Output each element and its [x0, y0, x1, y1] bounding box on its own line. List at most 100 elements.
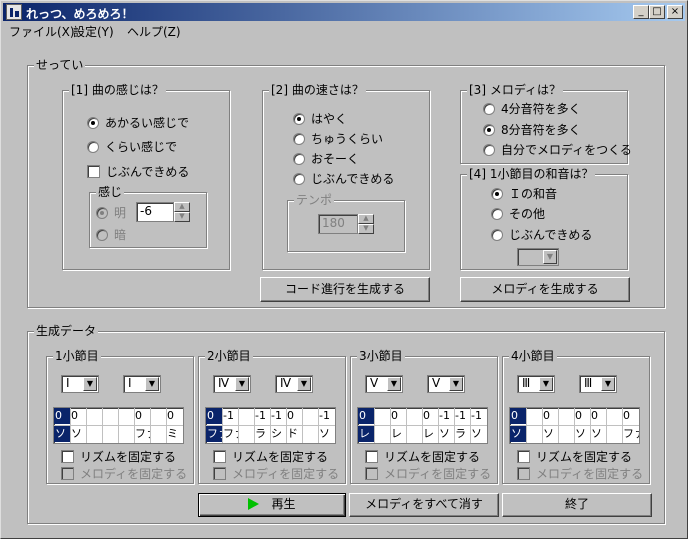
feel-sub-option-bright[interactable]: 明 — [96, 205, 126, 221]
chord-combo[interactable]: ▼ — [517, 248, 559, 266]
rhythm-cell[interactable] — [406, 408, 422, 424]
chord-option-tonic[interactable]: Ｉの和音 — [491, 186, 557, 202]
note-cell[interactable]: ソ — [318, 426, 335, 442]
measure-2-chord-1[interactable]: Ⅳ ▼ — [213, 375, 251, 393]
rhythm-cell[interactable]: 0 — [358, 408, 374, 424]
measure-3-melody-lock[interactable]: メロディを固定する — [365, 466, 491, 482]
feel-sub-option-dark[interactable]: 暗 — [96, 227, 126, 243]
rhythm-cell[interactable]: -1 — [222, 408, 238, 424]
speed-option-medium[interactable]: ちゅうくらい — [293, 131, 383, 147]
note-cell[interactable]: ミ — [166, 426, 183, 442]
measure-4-grid[interactable]: 0ソ0ソ0ソ0ソ0ファ — [509, 407, 640, 444]
rhythm-cell[interactable]: 0 — [542, 408, 558, 424]
measure-1-chord-2[interactable]: I ▼ — [123, 375, 161, 393]
chevron-down-icon[interactable]: ▼ — [145, 377, 159, 391]
speed-option-custom[interactable]: じぶんできめる — [293, 171, 394, 187]
chevron-down-icon[interactable]: ▼ — [449, 377, 463, 391]
rhythm-cell[interactable]: 0 — [206, 408, 222, 424]
feel-custom-checkbox[interactable]: じぶんできめる — [87, 164, 189, 180]
note-cell[interactable] — [238, 426, 254, 442]
chevron-down-icon[interactable]: ▼ — [539, 377, 553, 391]
melody-option-eighth[interactable]: 8分音符を多く — [483, 122, 581, 138]
rhythm-cell[interactable] — [102, 408, 118, 424]
rhythm-cell[interactable] — [150, 408, 166, 424]
measure-3-chord-1[interactable]: Ⅴ ▼ — [365, 375, 403, 393]
measure-3-chord-2[interactable]: Ⅴ ▼ — [427, 375, 465, 393]
spin-down-icon[interactable]: ▼ — [174, 212, 190, 222]
rhythm-cell[interactable]: -1 — [470, 408, 487, 424]
generate-chord-button[interactable]: コード進行を生成する — [260, 277, 430, 302]
feel-value-spinner[interactable]: ▲ ▼ — [174, 202, 190, 222]
note-cell[interactable]: ソ — [510, 426, 526, 442]
generate-melody-button[interactable]: メロディを生成する — [460, 277, 630, 302]
rhythm-cell[interactable]: 0 — [70, 408, 86, 424]
note-cell[interactable] — [302, 426, 318, 442]
chord-option-other[interactable]: その他 — [491, 206, 545, 222]
rhythm-cell[interactable] — [606, 408, 622, 424]
feel-value-input[interactable]: -6 — [136, 202, 174, 222]
rhythm-cell[interactable] — [374, 408, 390, 424]
chord-option-custom[interactable]: じぶんできめる — [491, 227, 592, 243]
maximize-button[interactable]: □ — [649, 5, 665, 19]
menu-help[interactable]: ヘルプ(Z) — [127, 23, 181, 40]
close-button[interactable]: × — [667, 5, 683, 19]
menu-file[interactable]: ファイル(X) — [9, 23, 75, 40]
feel-option-dark[interactable]: くらい感じで — [87, 139, 177, 155]
spin-up-icon[interactable]: ▲ — [358, 214, 374, 224]
speed-option-slow[interactable]: おそーく — [293, 151, 359, 167]
note-cell[interactable]: レ — [390, 426, 406, 442]
rhythm-cell[interactable]: 0 — [134, 408, 150, 424]
measure-2-melody-lock[interactable]: メロディを固定する — [213, 466, 339, 482]
note-cell[interactable] — [606, 426, 622, 442]
melody-option-custom[interactable]: 自分でメロディをつくる — [483, 142, 632, 158]
measure-4-melody-lock[interactable]: メロディを固定する — [517, 466, 643, 482]
measure-2-chord-2[interactable]: Ⅳ ▼ — [275, 375, 313, 393]
note-cell[interactable]: ソ — [438, 426, 454, 442]
note-cell[interactable]: ソ — [470, 426, 487, 442]
measure-4-chord-1[interactable]: Ⅲ ▼ — [517, 375, 555, 393]
tempo-input[interactable]: 180 — [318, 214, 358, 234]
measure-4-chord-2[interactable]: Ⅲ ▼ — [579, 375, 617, 393]
tempo-spinner[interactable]: ▲ ▼ — [358, 214, 374, 234]
rhythm-cell[interactable]: -1 — [254, 408, 270, 424]
rhythm-cell[interactable]: -1 — [318, 408, 335, 424]
title-bar[interactable]: れっつ、めろめろ！ _ □ × — [3, 3, 685, 21]
chevron-down-icon[interactable]: ▼ — [387, 377, 401, 391]
rhythm-cell[interactable]: -1 — [454, 408, 470, 424]
note-cell[interactable] — [102, 426, 118, 442]
measure-1-grid[interactable]: 0ソ0ソ0ファ0ミ — [53, 407, 184, 444]
rhythm-cell[interactable]: 0 — [390, 408, 406, 424]
measure-1-melody-lock[interactable]: メロディを固定する — [61, 466, 187, 482]
note-cell[interactable]: ソ — [54, 426, 70, 442]
note-cell[interactable] — [406, 426, 422, 442]
rhythm-cell[interactable]: 0 — [510, 408, 526, 424]
note-cell[interactable] — [374, 426, 390, 442]
exit-button[interactable]: 終了 — [502, 493, 652, 517]
measure-4-rhythm-lock[interactable]: リズムを固定する — [517, 449, 632, 465]
rhythm-cell[interactable] — [558, 408, 574, 424]
chevron-down-icon[interactable]: ▼ — [235, 377, 249, 391]
note-cell[interactable]: ファ — [134, 426, 150, 442]
measure-1-rhythm-lock[interactable]: リズムを固定する — [61, 449, 176, 465]
note-cell[interactable] — [150, 426, 166, 442]
spin-down-icon[interactable]: ▼ — [358, 224, 374, 234]
note-cell[interactable]: ソ — [574, 426, 590, 442]
minimize-button[interactable]: _ — [633, 5, 649, 19]
note-cell[interactable]: ソ — [590, 426, 606, 442]
feel-option-bright[interactable]: あかるい感じで — [87, 115, 189, 131]
spin-up-icon[interactable]: ▲ — [174, 202, 190, 212]
play-button[interactable]: 再生 — [198, 493, 346, 517]
speed-option-fast[interactable]: はやく — [293, 111, 347, 127]
rhythm-cell[interactable]: 0 — [54, 408, 70, 424]
note-cell[interactable]: シ — [270, 426, 286, 442]
menu-settings[interactable]: 設定(Y) — [73, 23, 114, 40]
rhythm-cell[interactable] — [86, 408, 102, 424]
chevron-down-icon[interactable]: ▼ — [601, 377, 615, 391]
measure-1-chord-1[interactable]: I ▼ — [61, 375, 99, 393]
measure-3-grid[interactable]: 0 レ 0 レ 0 レ -1 ソ -1 ラ -1 ソ — [357, 407, 488, 444]
measure-3-rhythm-lock[interactable]: リズムを固定する — [365, 449, 480, 465]
rhythm-cell[interactable]: -1 — [270, 408, 286, 424]
rhythm-cell[interactable]: 0 — [622, 408, 639, 424]
note-cell[interactable]: ファ — [622, 426, 639, 442]
note-cell[interactable] — [86, 426, 102, 442]
